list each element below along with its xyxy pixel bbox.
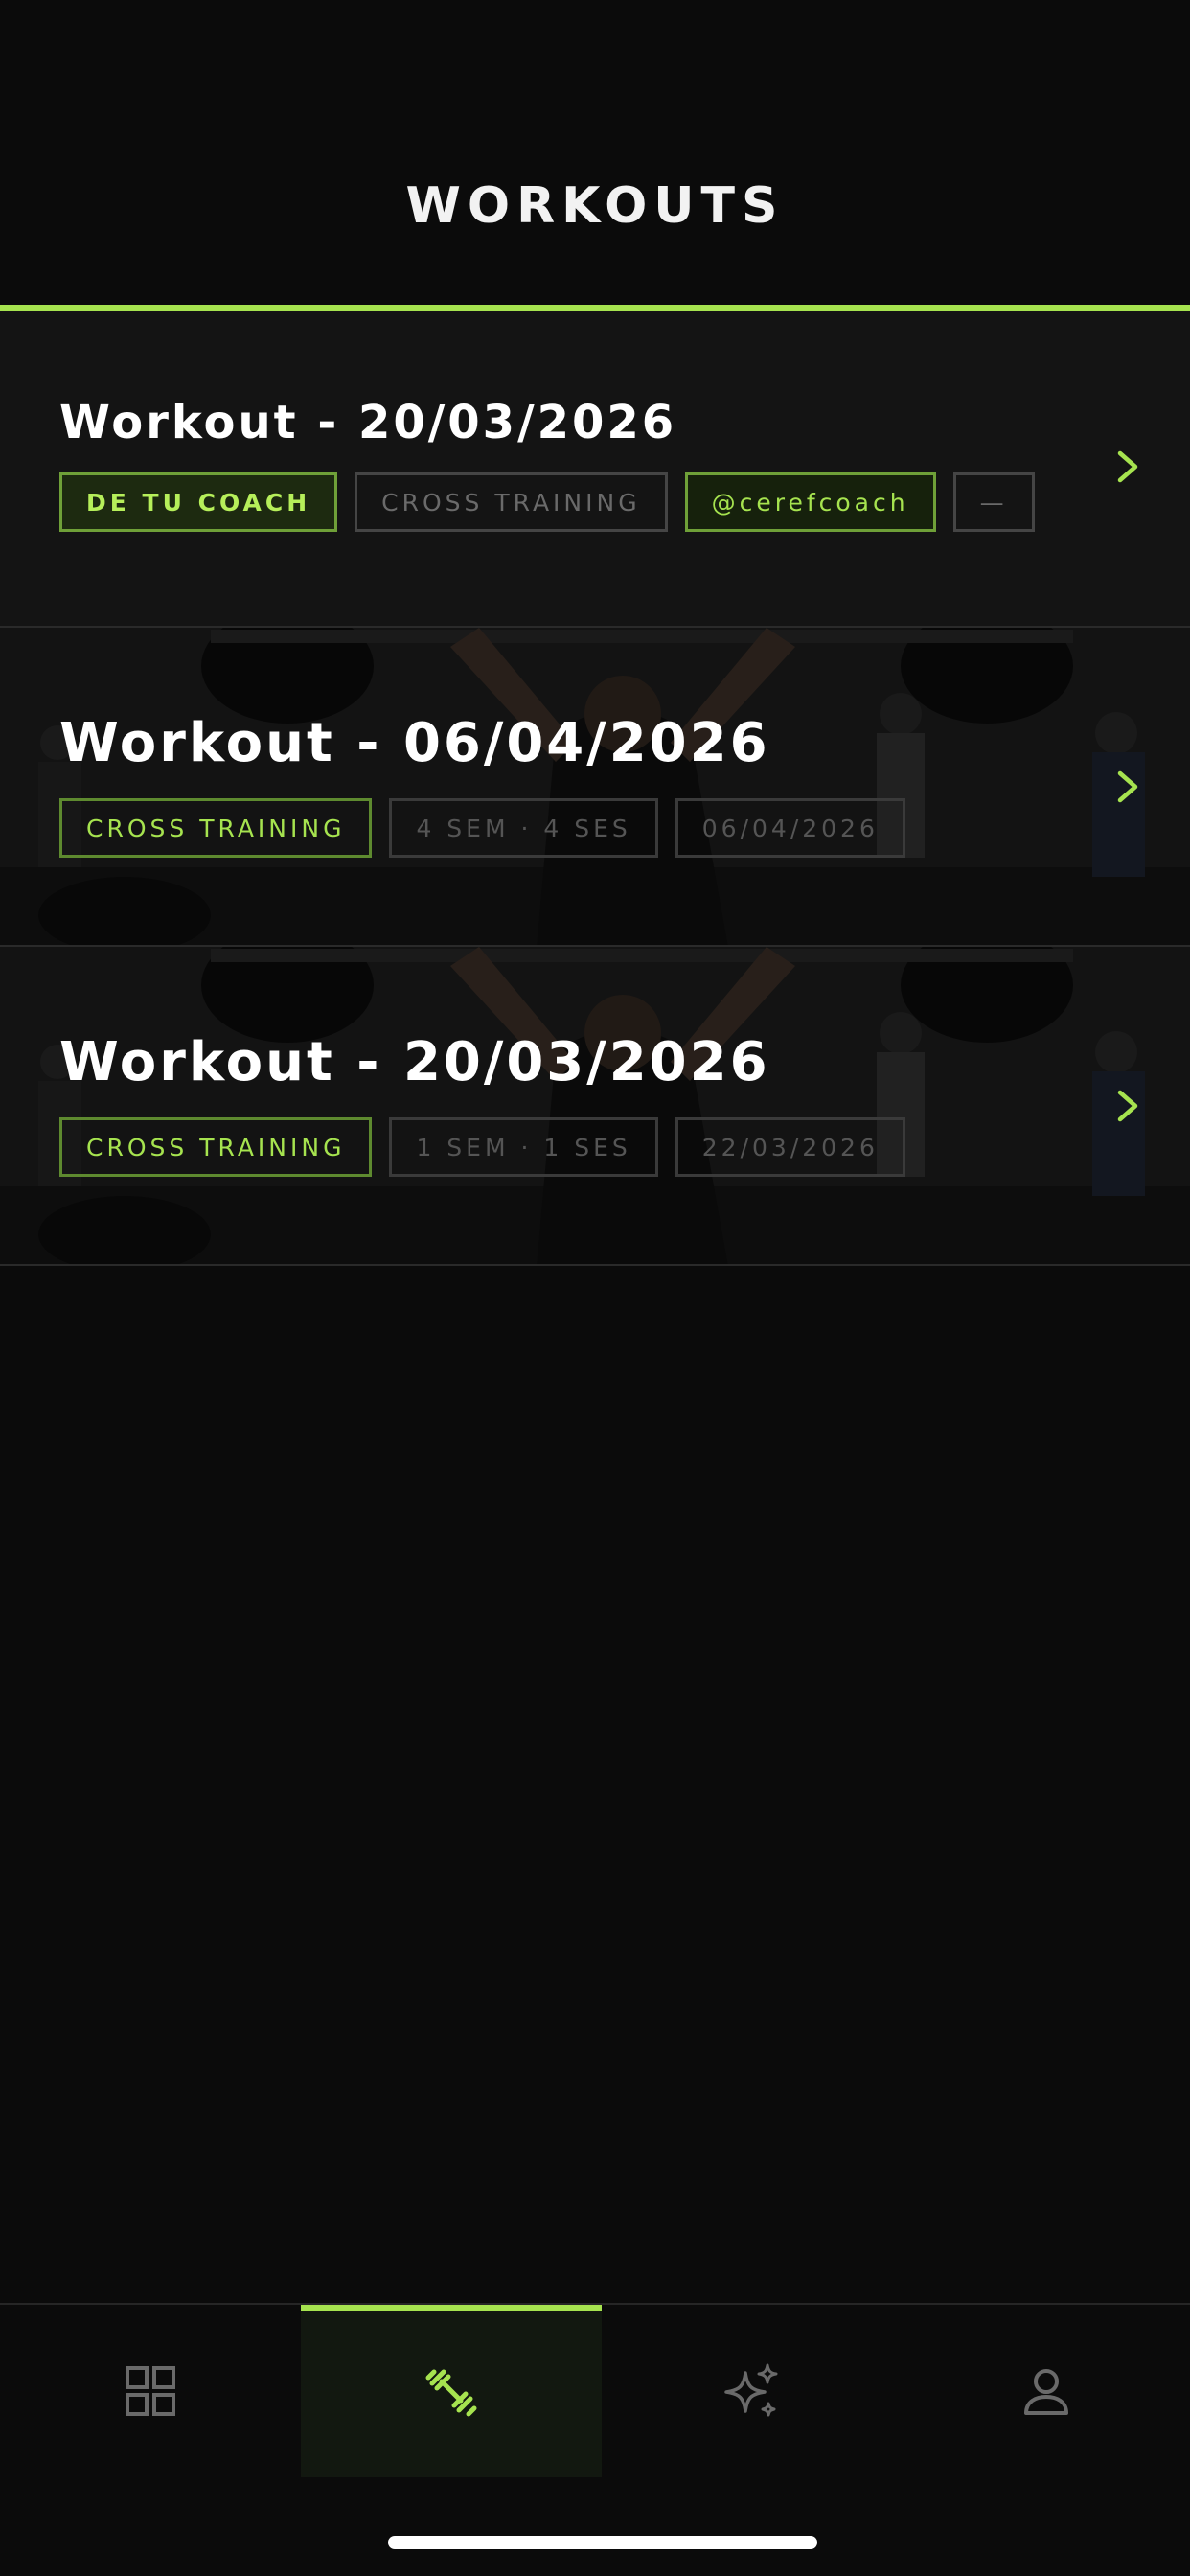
workout-card[interactable]: Workout - 20/03/2026 DE TU COACH CROSS T…	[0, 311, 1190, 628]
coach-handle-tag: @cerefcoach	[684, 472, 936, 532]
tab-dashboard[interactable]	[0, 2305, 301, 2477]
workout-list: Workout - 20/03/2026 DE TU COACH CROSS T…	[0, 311, 1190, 1266]
workout-tags: CROSS TRAINING 1 SEM · 1 SES 22/03/2026	[59, 1117, 905, 1177]
chevron-right-icon	[1117, 450, 1138, 483]
home-indicator[interactable]	[388, 2536, 817, 2549]
category-tag: CROSS TRAINING	[59, 1117, 373, 1177]
workout-card[interactable]: Workout - 06/04/2026 CROSS TRAINING 4 SE…	[0, 628, 1190, 947]
photo-overlay	[0, 628, 1190, 945]
tab-workouts[interactable]	[301, 2305, 602, 2477]
workout-title: Workout - 06/04/2026	[59, 712, 770, 774]
schedule-tag: 1 SEM · 1 SES	[389, 1117, 658, 1177]
page-title: WORKOUTS	[405, 177, 785, 235]
dumbbell-icon	[425, 2369, 477, 2417]
date-tag: 06/04/2026	[675, 798, 905, 858]
workouts-screen: WORKOUTS Workout - 20/03/2026 DE TU COAC…	[0, 0, 1190, 2576]
category-tag: CROSS TRAINING	[59, 798, 373, 858]
photo-overlay	[0, 947, 1190, 1264]
chevron-right-icon	[1117, 770, 1138, 803]
tab-ai[interactable]	[602, 2305, 903, 2477]
workout-tags: DE TU COACH CROSS TRAINING @cerefcoach —	[59, 472, 1035, 532]
empty-tag: —	[952, 472, 1035, 532]
user-icon	[1024, 2369, 1068, 2415]
workout-card[interactable]: Workout - 20/03/2026 CROSS TRAINING 1 SE…	[0, 947, 1190, 1266]
grid-icon	[126, 2366, 175, 2416]
category-tag: CROSS TRAINING	[355, 472, 668, 532]
workout-title: Workout - 20/03/2026	[59, 396, 677, 449]
workout-tags: CROSS TRAINING 4 SEM · 4 SES 06/04/2026	[59, 798, 905, 858]
active-tab-indicator	[301, 2305, 602, 2311]
header: WORKOUTS	[0, 0, 1190, 305]
header-accent-rule	[0, 305, 1190, 311]
coach-tag: DE TU COACH	[59, 472, 338, 532]
sparkles-icon	[724, 2363, 778, 2417]
chevron-right-icon	[1117, 1090, 1138, 1122]
workout-title: Workout - 20/03/2026	[59, 1031, 770, 1093]
schedule-tag: 4 SEM · 4 SES	[389, 798, 658, 858]
tab-profile[interactable]	[903, 2305, 1190, 2477]
date-tag: 22/03/2026	[675, 1117, 905, 1177]
